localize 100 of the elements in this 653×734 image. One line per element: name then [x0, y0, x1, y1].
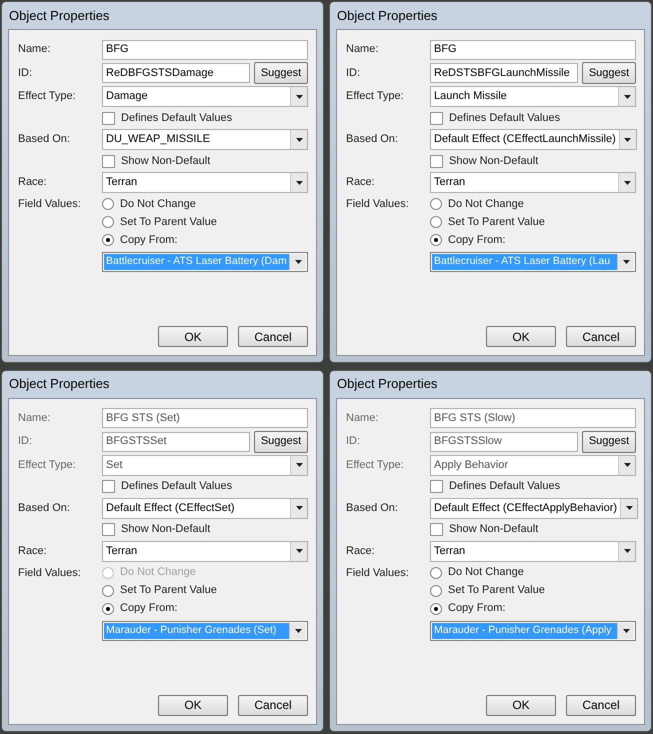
checkbox[interactable] — [430, 523, 443, 536]
radio-button[interactable] — [430, 584, 442, 596]
dropdown-button[interactable] — [290, 87, 307, 106]
field-label: Effect Type: — [346, 458, 405, 473]
field-label: Race: — [346, 544, 376, 559]
radio-label: Set To Parent Value — [120, 583, 217, 598]
dropdown-field[interactable]: Terran — [102, 540, 308, 562]
field-label: Effect Type: — [18, 458, 77, 473]
radio-label: Set To Parent Value — [120, 214, 217, 230]
window-title: Object Properties — [336, 6, 438, 25]
field-label: Name: — [346, 42, 380, 58]
checkbox-label: Show Non-Default — [449, 154, 538, 169]
dropdown-button[interactable] — [289, 622, 306, 638]
field-label: Name: — [18, 42, 52, 58]
radio-button[interactable] — [430, 234, 442, 246]
checkbox[interactable] — [102, 112, 115, 124]
caret-icon — [624, 463, 630, 467]
caret-icon — [296, 138, 302, 142]
radio-button[interactable] — [102, 602, 114, 614]
dropdown-button[interactable] — [618, 130, 636, 149]
dropdown-button[interactable] — [620, 498, 638, 518]
caret-icon — [624, 180, 630, 184]
dialog-button[interactable]: Cancel — [566, 326, 636, 347]
checkbox[interactable] — [430, 480, 443, 493]
field-label: Based On: — [18, 132, 71, 148]
text-field[interactable]: BFG — [102, 40, 308, 60]
dropdown-field[interactable]: Terran — [102, 172, 308, 193]
suggest-button[interactable]: Suggest — [582, 62, 636, 84]
dropdown-button[interactable] — [618, 87, 635, 106]
radio-label: Copy From: — [448, 232, 506, 248]
dropdown-button[interactable] — [618, 173, 635, 192]
radio-label: Copy From: — [448, 601, 506, 616]
field-label: Based On: — [346, 500, 399, 516]
radio-button[interactable] — [102, 198, 114, 210]
checkbox[interactable] — [102, 480, 115, 493]
checkbox[interactable] — [102, 154, 115, 168]
caret-icon — [624, 549, 630, 553]
dropdown-button[interactable] — [290, 542, 307, 560]
text-field[interactable]: BFG — [430, 40, 636, 60]
field-label: Based On: — [346, 132, 399, 148]
caret-icon — [624, 94, 630, 98]
dialog-button[interactable]: Cancel — [238, 694, 308, 716]
dropdown-field[interactable]: Terran — [430, 540, 636, 562]
dropdown-button[interactable] — [617, 622, 634, 638]
field-label: ID: — [18, 434, 34, 450]
checkbox-label: Defines Default Values — [121, 479, 232, 494]
radio-button[interactable] — [102, 234, 114, 246]
caret-icon — [626, 506, 633, 510]
dropdown-button[interactable] — [290, 498, 307, 518]
dropdown-field[interactable]: Default Effect (CEffectSet) — [102, 498, 308, 518]
field-label: Field Values: — [18, 566, 82, 581]
dropdown-button[interactable] — [618, 542, 635, 560]
suggest-button[interactable]: Suggest — [254, 62, 308, 84]
dropdown-button[interactable] — [617, 254, 634, 270]
caret-icon — [296, 463, 302, 467]
field-label: Effect Type: — [346, 89, 405, 104]
field-label: ID: — [18, 66, 34, 81]
dropdown-field[interactable]: Launch Missile — [430, 86, 636, 107]
dialog-button[interactable]: Cancel — [238, 326, 308, 347]
checkbox[interactable] — [430, 112, 443, 124]
checkbox-label: Defines Default Values — [121, 110, 232, 126]
checkbox[interactable] — [430, 154, 443, 168]
text-field[interactable]: ReDSTSBFGLaunchMissile — [430, 63, 578, 83]
dropdown-field[interactable]: Default Effect (CEffectLaunchMissile) — [430, 129, 637, 150]
dialog-button[interactable]: OK — [486, 694, 556, 716]
dropdown-button[interactable] — [290, 173, 307, 192]
caret-icon — [294, 260, 302, 264]
field-label: Field Values: — [346, 197, 410, 212]
radio-button[interactable] — [430, 566, 442, 578]
radio-label: Do Not Change — [120, 196, 196, 212]
dropdown-field[interactable]: Default Effect (CEffectApplyBehavior) — [430, 498, 638, 518]
field-label: Field Values: — [346, 566, 410, 581]
field-label: Field Values: — [18, 197, 82, 212]
field-label: Effect Type: — [18, 89, 77, 104]
text-field[interactable]: ReDBFGSTSDamage — [102, 63, 250, 83]
dropdown-button[interactable] — [289, 254, 306, 270]
dialog-button[interactable]: OK — [158, 694, 228, 716]
caret-icon — [296, 549, 302, 553]
window-title: Object Properties — [8, 6, 110, 25]
radio-button[interactable] — [102, 216, 114, 228]
field-label: Name: — [346, 410, 380, 426]
radio-label: Set To Parent Value — [448, 583, 545, 598]
dropdown-field[interactable]: Terran — [430, 172, 636, 193]
dialog-button[interactable]: OK — [486, 326, 556, 347]
dialog-button[interactable]: OK — [158, 326, 228, 347]
radio-button[interactable] — [430, 216, 442, 228]
dropdown-field[interactable]: DU_WEAP_MISSILE — [102, 129, 308, 150]
checkbox[interactable] — [102, 523, 115, 536]
radio-button[interactable] — [430, 198, 442, 210]
radio-label: Do Not Change — [120, 565, 196, 580]
radio-button[interactable] — [430, 602, 442, 614]
field-label: ID: — [346, 434, 362, 450]
radio-label: Copy From: — [120, 232, 178, 248]
checkbox-label: Show Non-Default — [449, 522, 538, 538]
dropdown-field[interactable]: Damage — [102, 86, 308, 107]
radio-label: Do Not Change — [448, 565, 524, 580]
radio-button[interactable] — [102, 584, 114, 596]
radio-label: Set To Parent Value — [448, 214, 545, 230]
dialog-button[interactable]: Cancel — [566, 694, 636, 716]
dropdown-button[interactable] — [290, 130, 307, 149]
